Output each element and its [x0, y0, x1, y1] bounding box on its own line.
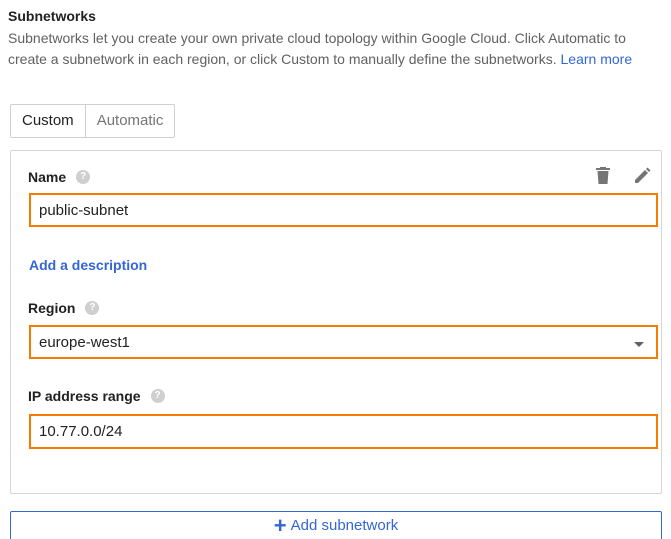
pencil-icon[interactable] — [633, 167, 651, 190]
subnetworks-panel: Subnetworks Subnetworks let you create y… — [0, 0, 671, 539]
name-label-row: Name ? — [28, 169, 91, 185]
region-label: Region — [28, 300, 76, 316]
add-subnetwork-label: Add subnetwork — [290, 517, 399, 534]
subnet-card: Name ? public-subnet Add a description R… — [10, 150, 662, 494]
ip-range-label: IP address range — [28, 388, 141, 404]
region-label-row: Region ? — [28, 300, 100, 316]
name-value: public-subnet — [39, 201, 129, 219]
name-label: Name — [28, 169, 67, 185]
chevron-down-icon — [634, 342, 644, 347]
add-subnetwork-button[interactable]: + Add subnetwork — [10, 511, 662, 539]
mode-tabs: Custom Automatic — [10, 104, 176, 138]
help-icon[interactable]: ? — [150, 389, 165, 403]
region-value: europe-west1 — [39, 333, 130, 351]
trash-icon[interactable] — [596, 167, 610, 190]
ip-range-value: 10.77.0.0/24 — [39, 423, 123, 440]
tab-custom[interactable]: Custom — [11, 105, 86, 137]
add-description-link[interactable]: Add a description — [29, 257, 147, 273]
description-text: Subnetworks let you create your own priv… — [8, 30, 626, 67]
section-description: Subnetworks let you create your own priv… — [8, 28, 663, 70]
help-icon[interactable]: ? — [76, 170, 91, 184]
tab-automatic[interactable]: Automatic — [86, 105, 175, 137]
name-input[interactable]: public-subnet — [29, 193, 658, 227]
learn-more-link[interactable]: Learn more — [561, 51, 633, 67]
help-icon[interactable]: ? — [85, 301, 100, 315]
ip-label-row: IP address range ? — [28, 388, 165, 404]
plus-icon: + — [273, 513, 287, 538]
ip-range-input[interactable]: 10.77.0.0/24 — [29, 414, 658, 449]
section-title: Subnetworks — [8, 8, 96, 24]
region-select[interactable]: europe-west1 — [29, 325, 658, 359]
